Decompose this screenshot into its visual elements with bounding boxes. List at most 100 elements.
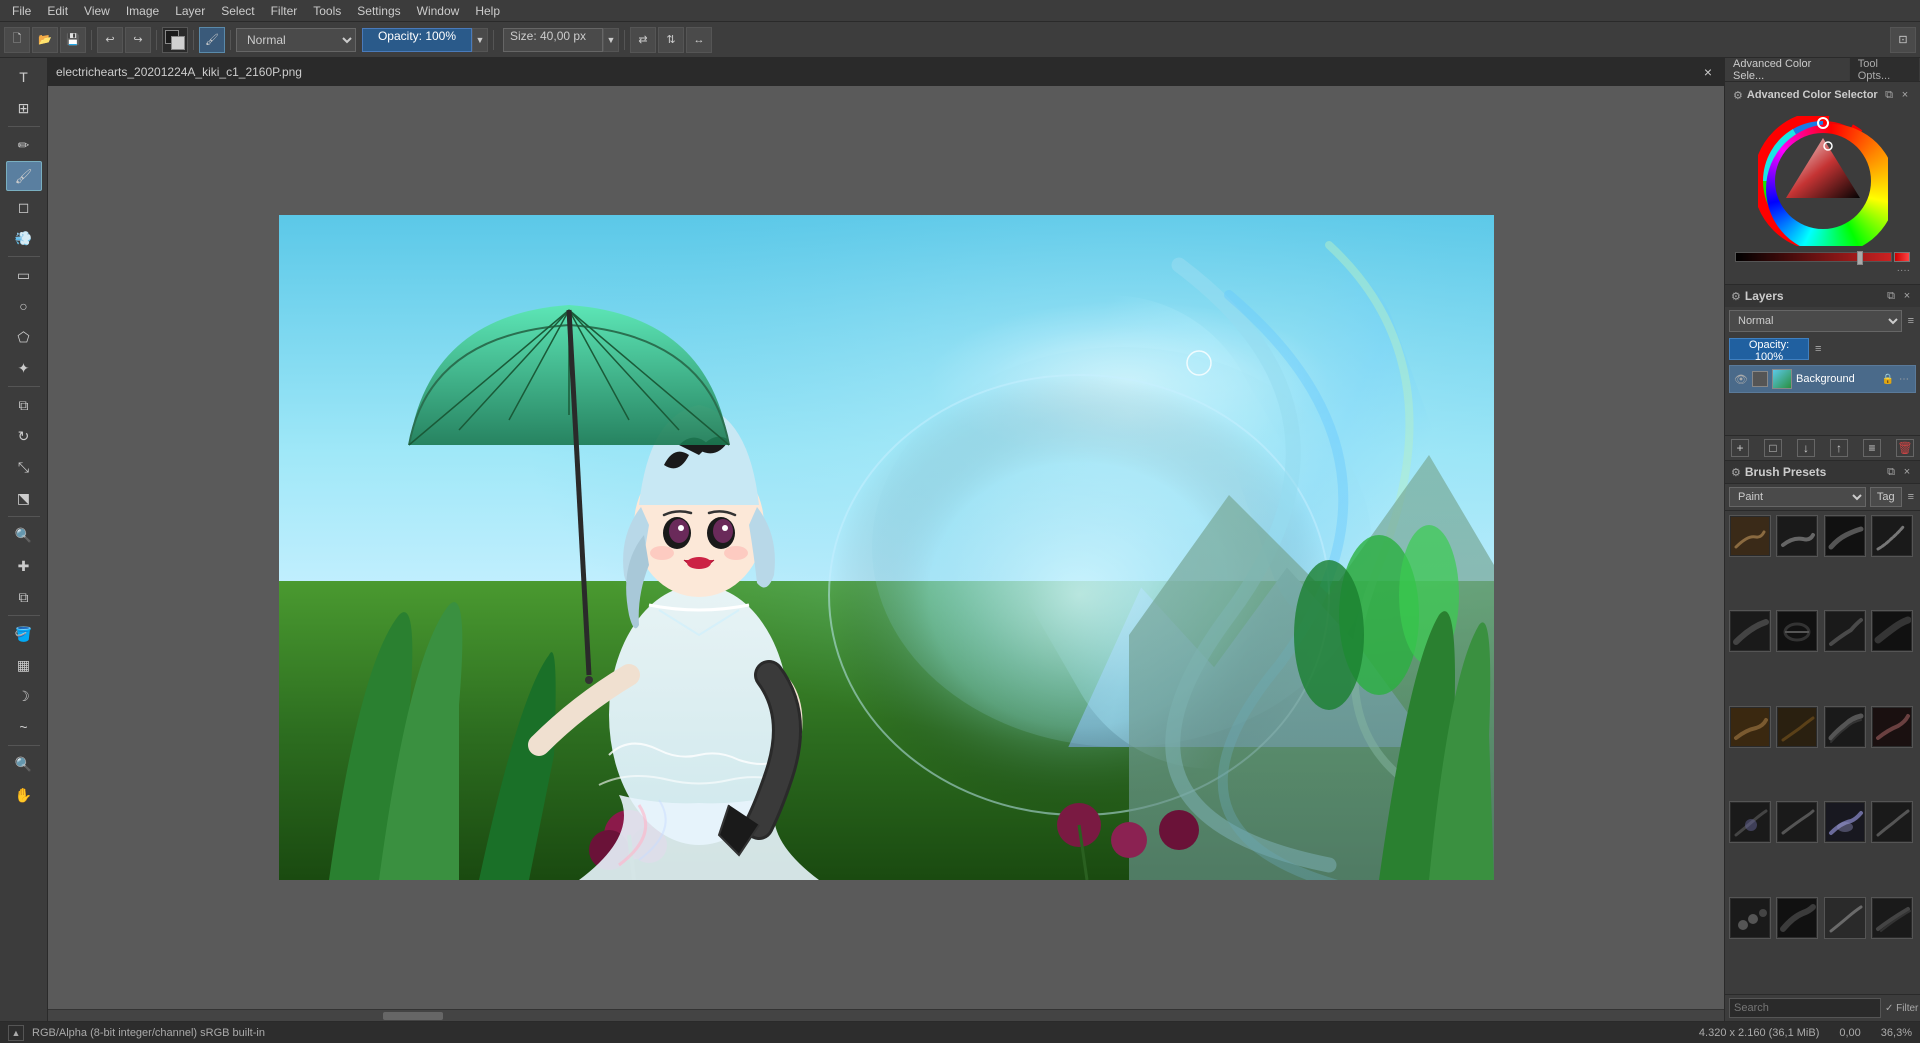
brush-item-4[interactable] [1871, 515, 1913, 557]
dodge-burn-tool[interactable]: ☽ [6, 681, 42, 711]
opacity-down-btn[interactable]: ▼ [472, 28, 488, 52]
menu-edit[interactable]: Edit [39, 2, 76, 20]
color-preview-right[interactable] [1894, 252, 1910, 262]
brush-item-2[interactable] [1776, 515, 1818, 557]
align-tool[interactable]: ⊞ [6, 93, 42, 123]
brush-item-16[interactable] [1871, 801, 1913, 843]
menu-filter[interactable]: Filter [263, 2, 306, 20]
shear-tool[interactable]: ⬔ [6, 483, 42, 513]
move-layer-down-btn[interactable]: ↓ [1797, 439, 1815, 457]
layers-close-btn[interactable]: × [1900, 289, 1914, 303]
menu-image[interactable]: Image [118, 2, 167, 20]
brush-type-select[interactable]: Paint [1729, 487, 1866, 507]
menu-file[interactable]: File [4, 2, 39, 20]
brush-item-6[interactable] [1776, 610, 1818, 652]
rect-select-tool[interactable]: ▭ [6, 260, 42, 290]
text-tool[interactable]: T [6, 62, 42, 92]
brush-item-12[interactable] [1871, 706, 1913, 748]
delete-layer-btn[interactable]: 🗑 [1896, 439, 1914, 457]
flip-h-button[interactable]: ⇄ [630, 27, 656, 53]
brush-presets-float-btn[interactable]: ⧉ [1884, 465, 1898, 479]
brush-item-14[interactable] [1776, 801, 1818, 843]
duplicate-layer-btn[interactable]: □ [1764, 439, 1782, 457]
brush-item-19[interactable] [1824, 897, 1866, 939]
rotate-button[interactable]: ↔ [686, 27, 712, 53]
brush-item-18[interactable] [1776, 897, 1818, 939]
fuzzy-select-tool[interactable]: ✦ [6, 353, 42, 383]
smudge-tool[interactable]: ~ [6, 712, 42, 742]
hue-gradient-bar[interactable] [1735, 252, 1892, 262]
menu-settings[interactable]: Settings [349, 2, 408, 20]
brush-item-9[interactable] [1729, 706, 1771, 748]
brush-item-1[interactable] [1729, 515, 1771, 557]
h-scrollbar-thumb[interactable] [383, 1012, 443, 1020]
rotate-tool[interactable]: ↻ [6, 421, 42, 451]
maximize-button[interactable]: ⊡ [1890, 27, 1916, 53]
canvas-container[interactable]: Tyson Tan [48, 86, 1724, 1009]
pencil-tool[interactable]: ✏ [6, 130, 42, 160]
brush-tag-btn[interactable]: Tag [1870, 487, 1902, 507]
zoom-tool[interactable]: 🔍 [6, 749, 42, 779]
layers-float-btn[interactable]: ⧉ [1884, 289, 1898, 303]
size-down-btn[interactable]: ▼ [603, 28, 619, 52]
menu-layer[interactable]: Layer [167, 2, 213, 20]
eraser-tool[interactable]: ◻ [6, 192, 42, 222]
tab-tool-options[interactable]: Tool Opts... [1850, 58, 1920, 81]
layer-more-btn[interactable]: ⋯ [1897, 372, 1911, 386]
layer-item-background[interactable]: 👁 Background 🔒 ⋯ [1729, 365, 1916, 393]
tab-advanced-color[interactable]: Advanced Color Sele... [1725, 58, 1850, 81]
color-selector-float-btn[interactable]: ⧉ [1882, 88, 1896, 102]
status-expand-btn[interactable]: ▲ [8, 1025, 24, 1041]
layers-opacity-options-btn[interactable]: ≡ [1813, 343, 1823, 355]
menu-view[interactable]: View [76, 2, 118, 20]
brush-item-15[interactable] [1824, 801, 1866, 843]
move-layer-up-btn[interactable]: ↑ [1830, 439, 1848, 457]
menu-select[interactable]: Select [213, 2, 262, 20]
brush-presets-close-btn[interactable]: × [1900, 465, 1914, 479]
pan-tool[interactable]: ✋ [6, 780, 42, 810]
paintbrush-tool[interactable]: 🖌 [6, 161, 42, 191]
clone-tool[interactable]: ⧉ [6, 582, 42, 612]
new-button[interactable]: 🗋 [4, 27, 30, 53]
color-wheel-container[interactable] [1729, 108, 1916, 250]
brush-search-input[interactable] [1729, 998, 1881, 1018]
brush-item-17[interactable] [1729, 897, 1771, 939]
brush-item-8[interactable] [1871, 610, 1913, 652]
menu-help[interactable]: Help [467, 2, 508, 20]
brush-item-7[interactable] [1824, 610, 1866, 652]
layer-lock-btn[interactable]: 🔒 [1881, 372, 1895, 386]
menu-window[interactable]: Window [409, 2, 468, 20]
layer-menu-btn[interactable]: ≡ [1863, 439, 1881, 457]
color-wheel-svg[interactable] [1758, 116, 1888, 246]
open-button[interactable]: 📂 [32, 27, 58, 53]
brush-item-10[interactable] [1776, 706, 1818, 748]
free-select-tool[interactable]: ⬠ [6, 322, 42, 352]
add-layer-btn[interactable]: + [1731, 439, 1749, 457]
bucket-fill-tool[interactable]: 🪣 [6, 619, 42, 649]
crop-tool[interactable]: ⧉ [6, 390, 42, 420]
fg-color-button[interactable] [162, 27, 188, 53]
brush-view-btn[interactable]: ≡ [1906, 491, 1916, 503]
ellipse-select-tool[interactable]: ○ [6, 291, 42, 321]
brush-tool-button[interactable]: 🖌 [199, 27, 225, 53]
layers-mode-options-btn[interactable]: ≡ [1906, 315, 1916, 327]
flip-v-button[interactable]: ⇅ [658, 27, 684, 53]
gradient-tool[interactable]: ▦ [6, 650, 42, 680]
blend-mode-select[interactable]: Normal [236, 28, 356, 52]
hue-slider[interactable] [1857, 251, 1863, 265]
layer-visibility-toggle[interactable]: 👁 [1734, 372, 1748, 386]
save-button[interactable]: 💾 [60, 27, 86, 53]
color-picker-tool[interactable]: 🔍 [6, 520, 42, 550]
color-selector-close-btn[interactable]: × [1898, 88, 1912, 102]
scale-tool[interactable]: ⤡ [6, 452, 42, 482]
brush-item-5[interactable] [1729, 610, 1771, 652]
brush-item-3[interactable] [1824, 515, 1866, 557]
brush-item-11[interactable] [1824, 706, 1866, 748]
h-scrollbar[interactable] [48, 1009, 1724, 1021]
canvas-close-button[interactable]: × [1700, 64, 1716, 80]
redo-button[interactable]: ↪ [125, 27, 151, 53]
undo-button[interactable]: ↩ [97, 27, 123, 53]
airbrush-tool[interactable]: 💨 [6, 223, 42, 253]
menu-tools[interactable]: Tools [305, 2, 349, 20]
brush-item-13[interactable] [1729, 801, 1771, 843]
